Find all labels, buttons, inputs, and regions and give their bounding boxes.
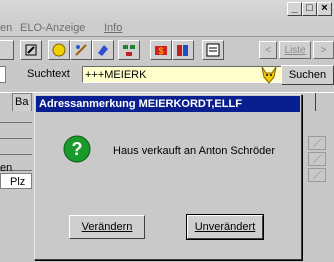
- window-titlebar: _ □ ×: [0, 0, 334, 20]
- menu-item-elo-anzeige[interactable]: ELO-Anzeige: [20, 22, 85, 34]
- plz-label: Plz: [10, 176, 26, 188]
- maximize-icon: □: [306, 2, 313, 14]
- menu-item-partial[interactable]: en: [0, 22, 12, 34]
- address-note-dialog: Adressanmerkung MEIERKORDT,ELLF ? Haus v…: [34, 94, 302, 260]
- pencil-icon: [312, 138, 322, 148]
- toolbar-button-eraser[interactable]: [92, 40, 114, 60]
- svg-text:?: ?: [72, 139, 83, 159]
- toolbar-button-coin[interactable]: [48, 40, 70, 60]
- network-icon: [123, 45, 135, 56]
- next-button[interactable]: >: [313, 41, 334, 59]
- toolbar-button-properties[interactable]: [202, 40, 224, 60]
- toolbar-button-tools[interactable]: [70, 40, 92, 60]
- list-button[interactable]: Liste: [279, 41, 311, 59]
- close-icon: ×: [321, 2, 328, 14]
- toolbar-button-network[interactable]: [118, 40, 140, 60]
- next-arrow-icon: >: [320, 44, 327, 56]
- edit-icon: [25, 44, 37, 56]
- pencil-button[interactable]: [308, 152, 326, 166]
- toolbar: $ < Liste >: [0, 38, 334, 62]
- search-row: Suchtext Suchen: [0, 63, 334, 87]
- prev-button[interactable]: <: [259, 41, 277, 59]
- tab-partial[interactable]: Ba: [12, 93, 32, 111]
- properties-icon: [206, 43, 220, 57]
- pikachu-icon[interactable]: [258, 65, 280, 85]
- svg-text:$: $: [158, 46, 163, 56]
- maximize-button[interactable]: □: [302, 2, 317, 16]
- toolbar-button-partial[interactable]: [0, 40, 14, 60]
- pencil-icon: [312, 170, 322, 180]
- close-button[interactable]: ×: [317, 2, 332, 16]
- pencil-icon: [312, 154, 322, 164]
- search-label: Suchtext: [27, 68, 70, 80]
- keep-button[interactable]: Unverändert: [186, 214, 264, 240]
- toolbar-button-books[interactable]: [172, 40, 194, 60]
- eraser-icon: [98, 45, 108, 56]
- pencil-button[interactable]: [308, 168, 326, 182]
- question-icon: ?: [63, 135, 91, 163]
- coin-icon: [52, 43, 66, 57]
- change-button[interactable]: Verändern: [69, 215, 145, 239]
- money-icon: $: [155, 46, 167, 56]
- minimize-button[interactable]: _: [287, 2, 302, 16]
- toolbar-button-edit[interactable]: [20, 40, 42, 60]
- prev-arrow-icon: <: [265, 44, 271, 56]
- toolbar-button-money[interactable]: $: [150, 40, 172, 60]
- dialog-title: Adressanmerkung MEIERKORDT,ELLF: [36, 96, 300, 112]
- tools-icon: [75, 44, 87, 56]
- menu-item-info[interactable]: Info: [104, 22, 122, 34]
- dialog-message: Haus verkauft an Anton Schröder: [113, 145, 276, 157]
- minimize-icon: _: [291, 2, 298, 14]
- partial-field[interactable]: [0, 66, 6, 83]
- books-icon: [177, 45, 188, 56]
- pencil-button[interactable]: [308, 136, 326, 150]
- menubar: en ELO-Anzeige Info: [0, 20, 334, 37]
- search-button[interactable]: Suchen: [281, 65, 334, 85]
